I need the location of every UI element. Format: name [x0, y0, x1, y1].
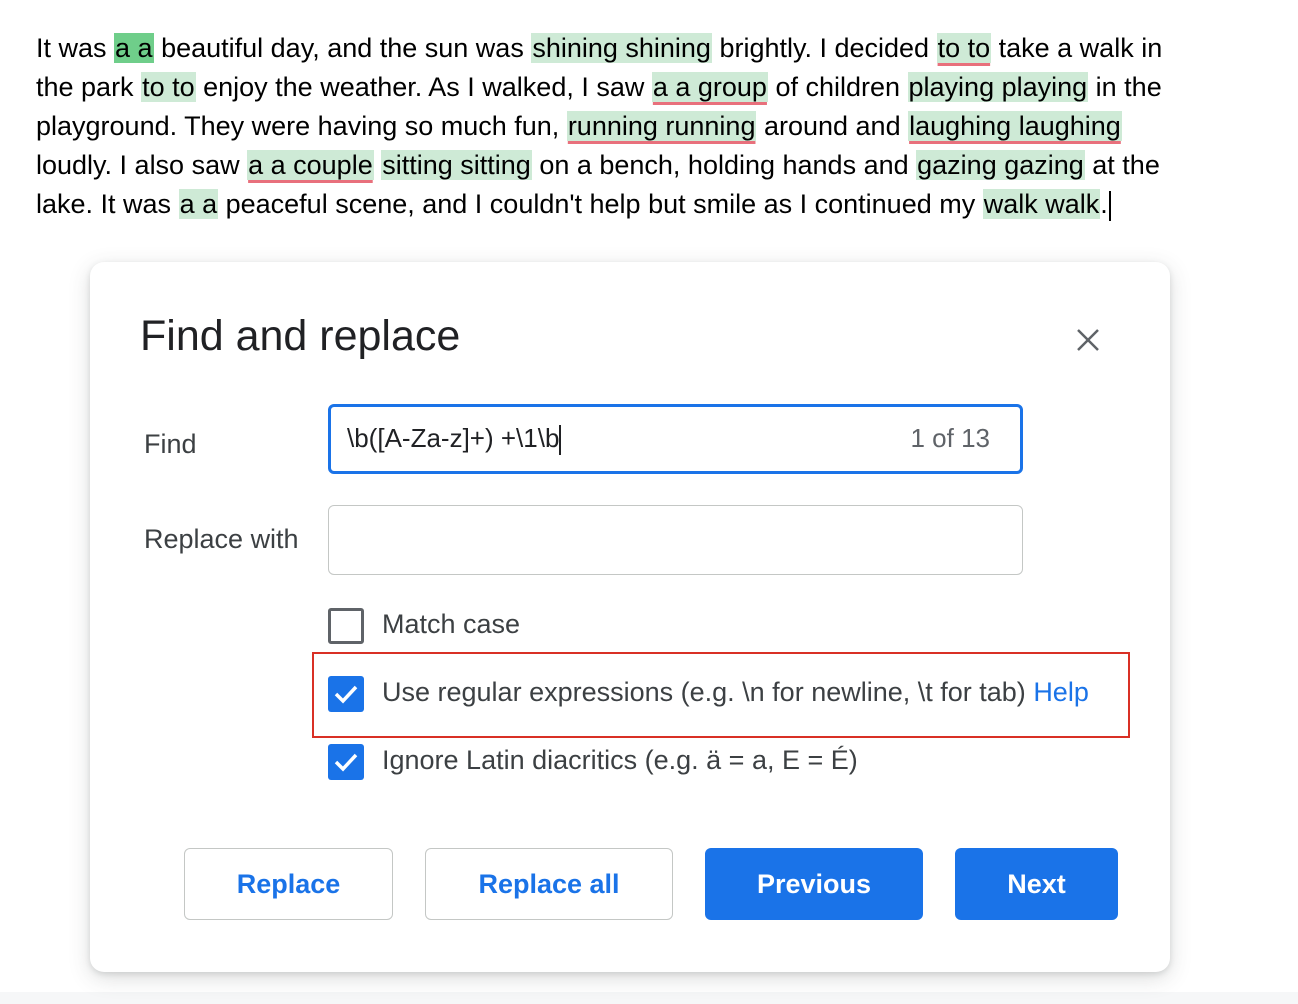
check-icon — [334, 753, 358, 772]
match-case-checkbox[interactable] — [328, 608, 364, 644]
document-text: around and — [756, 111, 909, 141]
replace-button[interactable]: Replace — [184, 848, 393, 920]
document-text: the park — [36, 72, 142, 102]
replace-input[interactable] — [328, 505, 1023, 575]
next-button[interactable]: Next — [955, 848, 1118, 920]
help-link[interactable]: Help — [1033, 677, 1089, 707]
match-case-label: Match case — [382, 609, 521, 639]
match-highlight: shining shining — [531, 33, 712, 63]
find-input[interactable]: \b([A-Za-z]+) +\1\b 1 of 13 — [328, 404, 1023, 474]
match-highlight: laughing laughing — [908, 111, 1122, 141]
use-regex-label: Use regular expressions (e.g. \n for new… — [382, 677, 1089, 707]
close-icon[interactable] — [1068, 320, 1108, 360]
match-highlight: a a couple — [247, 150, 374, 180]
document-text: enjoy the weather. As I walked, I saw — [195, 72, 652, 102]
document-line: the park to to enjoy the weather. As I w… — [36, 68, 1162, 107]
find-label: Find — [144, 429, 197, 459]
match-highlight: a a — [178, 189, 219, 219]
match-highlight: a a group — [651, 72, 768, 102]
match-counter: 1 of 13 — [910, 423, 990, 453]
document-line: loudly. I also saw a a couple sitting si… — [36, 146, 1160, 185]
document-text: on a bench, holding hands and — [531, 150, 917, 180]
document-line: lake. It was a a peaceful scene, and I c… — [36, 185, 1111, 224]
document-line: It was a a beautiful day, and the sun wa… — [36, 29, 1162, 68]
use-regex-checkbox[interactable] — [328, 676, 364, 712]
current-match-highlight: a a — [114, 33, 154, 63]
ignore-diacritics-label: Ignore Latin diacritics (e.g. ä = a, E =… — [382, 745, 858, 775]
match-highlight: walk walk — [982, 189, 1101, 219]
document-text: beautiful day, and the sun was — [153, 33, 532, 63]
find-input-value: \b([A-Za-z]+) +\1\b — [347, 423, 561, 456]
document-text: in the — [1088, 72, 1162, 102]
match-highlight: gazing gazing — [916, 150, 1085, 180]
document-line: playground. They were having so much fun… — [36, 107, 1122, 146]
document-text: loudly. I also saw — [36, 150, 248, 180]
match-highlight: sitting sitting — [381, 150, 532, 180]
document-text: brightly. I decided — [711, 33, 937, 63]
page-bottom-strip — [0, 992, 1298, 1004]
check-icon — [334, 685, 358, 704]
previous-button[interactable]: Previous — [705, 848, 923, 920]
replace-label: Replace with — [144, 524, 299, 554]
ignore-diacritics-checkbox[interactable] — [328, 744, 364, 780]
text-caret — [559, 425, 561, 456]
match-highlight: playing playing — [907, 72, 1089, 102]
document-text: playground. They were having so much fun… — [36, 111, 567, 141]
document-text: peaceful scene, and I couldn't help but … — [218, 189, 983, 219]
document-cursor — [1108, 190, 1111, 221]
match-highlight: to to — [936, 33, 992, 63]
dialog-title: Find and replace — [140, 312, 461, 360]
match-highlight: running running — [566, 111, 757, 141]
find-and-replace-dialog: Find and replace Find \b([A-Za-z]+) +\1\… — [90, 262, 1170, 972]
document-text: lake. It was — [36, 189, 179, 219]
document-text: take a walk in — [991, 33, 1163, 63]
document-text: of children — [767, 72, 908, 102]
replace-all-button[interactable]: Replace all — [425, 848, 673, 920]
document-text: at the — [1084, 150, 1160, 180]
match-highlight: to to — [141, 72, 196, 102]
document-text: It was — [36, 33, 115, 63]
document-text: . — [1100, 189, 1108, 219]
